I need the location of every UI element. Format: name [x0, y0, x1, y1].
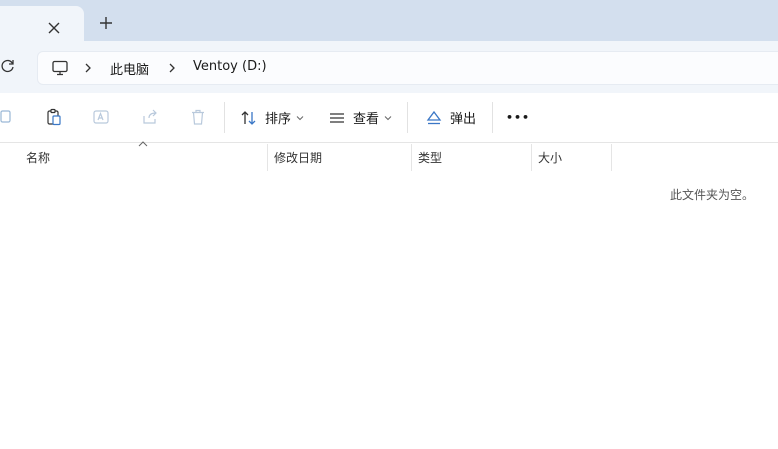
tab-strip [0, 0, 778, 41]
chevron-right-icon[interactable] [166, 61, 178, 75]
copy-icon[interactable] [0, 108, 14, 126]
column-divider[interactable] [267, 144, 268, 171]
sort-label: 排序 [265, 112, 292, 127]
eject-label: 弹出 [450, 112, 477, 127]
view-list-icon [330, 112, 344, 123]
navigation-bar: 此电脑 Ventoy (D:) [0, 41, 778, 93]
column-headers: 名称 修改日期 类型 大小 [0, 141, 778, 171]
command-bar: 排序 查看 弹出 ••• [0, 93, 778, 143]
toolbar-separator [224, 102, 225, 133]
rename-icon[interactable] [92, 108, 110, 126]
chevron-down-icon [384, 115, 392, 120]
empty-folder-message: 此文件夹为空。 [669, 188, 754, 202]
column-divider[interactable] [411, 144, 412, 171]
column-header-size[interactable]: 大小 [538, 149, 562, 166]
column-header-type[interactable]: 类型 [418, 149, 442, 166]
more-options-button[interactable]: ••• [506, 101, 530, 134]
eject-button[interactable]: 弹出 [425, 101, 476, 134]
view-label: 查看 [353, 112, 380, 127]
tab-active[interactable] [0, 6, 84, 41]
column-header-date-modified[interactable]: 修改日期 [274, 149, 322, 166]
view-button[interactable]: 查看 [328, 101, 392, 134]
chevron-right-icon[interactable] [82, 61, 94, 75]
delete-icon[interactable] [189, 108, 207, 126]
sort-icon [241, 110, 256, 125]
close-icon[interactable] [46, 20, 62, 36]
eject-icon [426, 110, 442, 124]
toolbar-separator [492, 102, 493, 133]
more-label: ••• [506, 111, 531, 124]
breadcrumb-ventoy-drive[interactable]: Ventoy (D:) [193, 59, 267, 74]
refresh-icon[interactable] [0, 58, 16, 74]
column-divider[interactable] [611, 144, 612, 171]
computer-icon[interactable] [51, 59, 69, 77]
toolbar-separator [407, 102, 408, 133]
column-header-name[interactable]: 名称 [26, 149, 50, 166]
sort-button[interactable]: 排序 [240, 101, 304, 134]
column-divider[interactable] [531, 144, 532, 171]
breadcrumb-this-pc[interactable]: 此电脑 [110, 59, 149, 78]
paste-icon[interactable] [45, 108, 63, 126]
chevron-down-icon [296, 115, 304, 120]
share-icon[interactable] [141, 108, 159, 126]
plus-icon[interactable] [98, 15, 114, 31]
address-bar[interactable]: 此电脑 Ventoy (D:) [37, 51, 778, 85]
sort-ascending-icon [138, 141, 148, 147]
